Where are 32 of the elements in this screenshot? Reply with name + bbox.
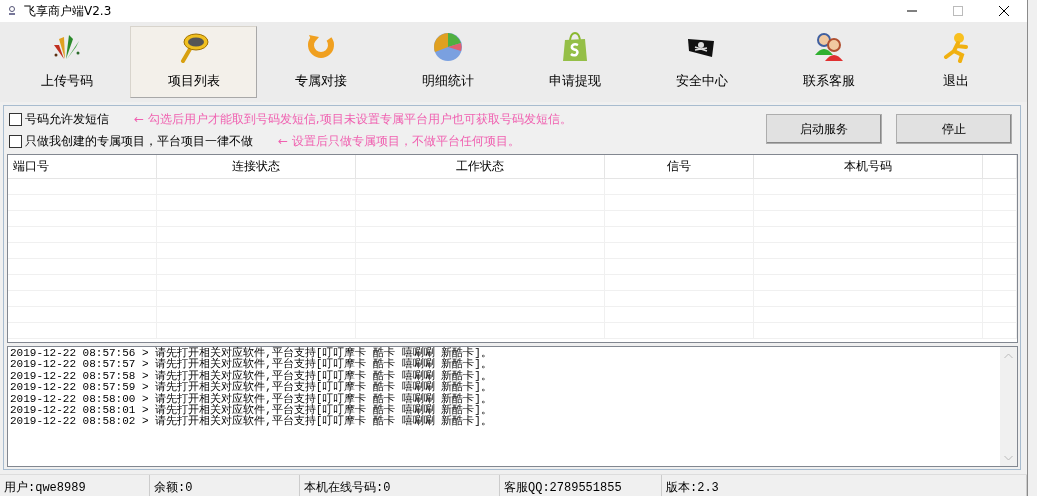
- column-header[interactable]: 连接状态: [157, 155, 357, 178]
- stop-button[interactable]: 停止: [896, 114, 1012, 144]
- column-header[interactable]: 端口号: [8, 155, 158, 178]
- toolbar-button[interactable]: 联系客服: [765, 26, 892, 98]
- start-button[interactable]: 启动服务: [766, 114, 882, 144]
- toolbar-button[interactable]: 专属对接: [257, 26, 384, 98]
- status-text: 用户:qwe8989: [0, 475, 150, 496]
- toolbar-button[interactable]: 安全中心: [638, 26, 765, 98]
- checkbox[interactable]: [9, 134, 22, 148]
- status-text: 本机在线号码:0: [300, 475, 500, 496]
- hint-text: ← 设置后只做专属项目，不做平台任何项目。: [278, 132, 520, 150]
- hint-text: ← 勾选后用户才能取到号码发短信,项目未设置专属平台用户也可获取号码发短信。: [134, 110, 572, 128]
- toolbar-button[interactable]: 项目列表: [130, 26, 257, 98]
- column-header[interactable]: 信号: [605, 155, 755, 178]
- toolbar-button[interactable]: 申请提现: [511, 26, 638, 98]
- status-text: 客服QQ:2789551855: [500, 475, 662, 496]
- pie-chart-icon: [431, 31, 464, 63]
- status-text: 版本:2.3: [662, 475, 1027, 496]
- checkbox-label: 只做我创建的专属项目，平台项目一律不做: [25, 132, 253, 150]
- maximize-icon: [952, 5, 964, 17]
- two-people-icon: [812, 31, 845, 63]
- app-icon: [8, 6, 16, 16]
- window-title: 飞享商户端V2.3: [24, 2, 113, 20]
- column-header[interactable]: 工作状态: [356, 155, 606, 178]
- toolbar-button[interactable]: 上传号码: [3, 26, 130, 98]
- status-text: 余额:0: [150, 475, 300, 496]
- toolbar-button[interactable]: 退出: [892, 26, 1019, 98]
- close-icon: [998, 5, 1010, 17]
- toolbar-button[interactable]: 明细统计: [384, 26, 511, 98]
- checkbox-label: 号码允许发短信: [25, 110, 109, 128]
- checkbox[interactable]: [9, 112, 22, 126]
- column-header[interactable]: 本机号码: [754, 155, 984, 178]
